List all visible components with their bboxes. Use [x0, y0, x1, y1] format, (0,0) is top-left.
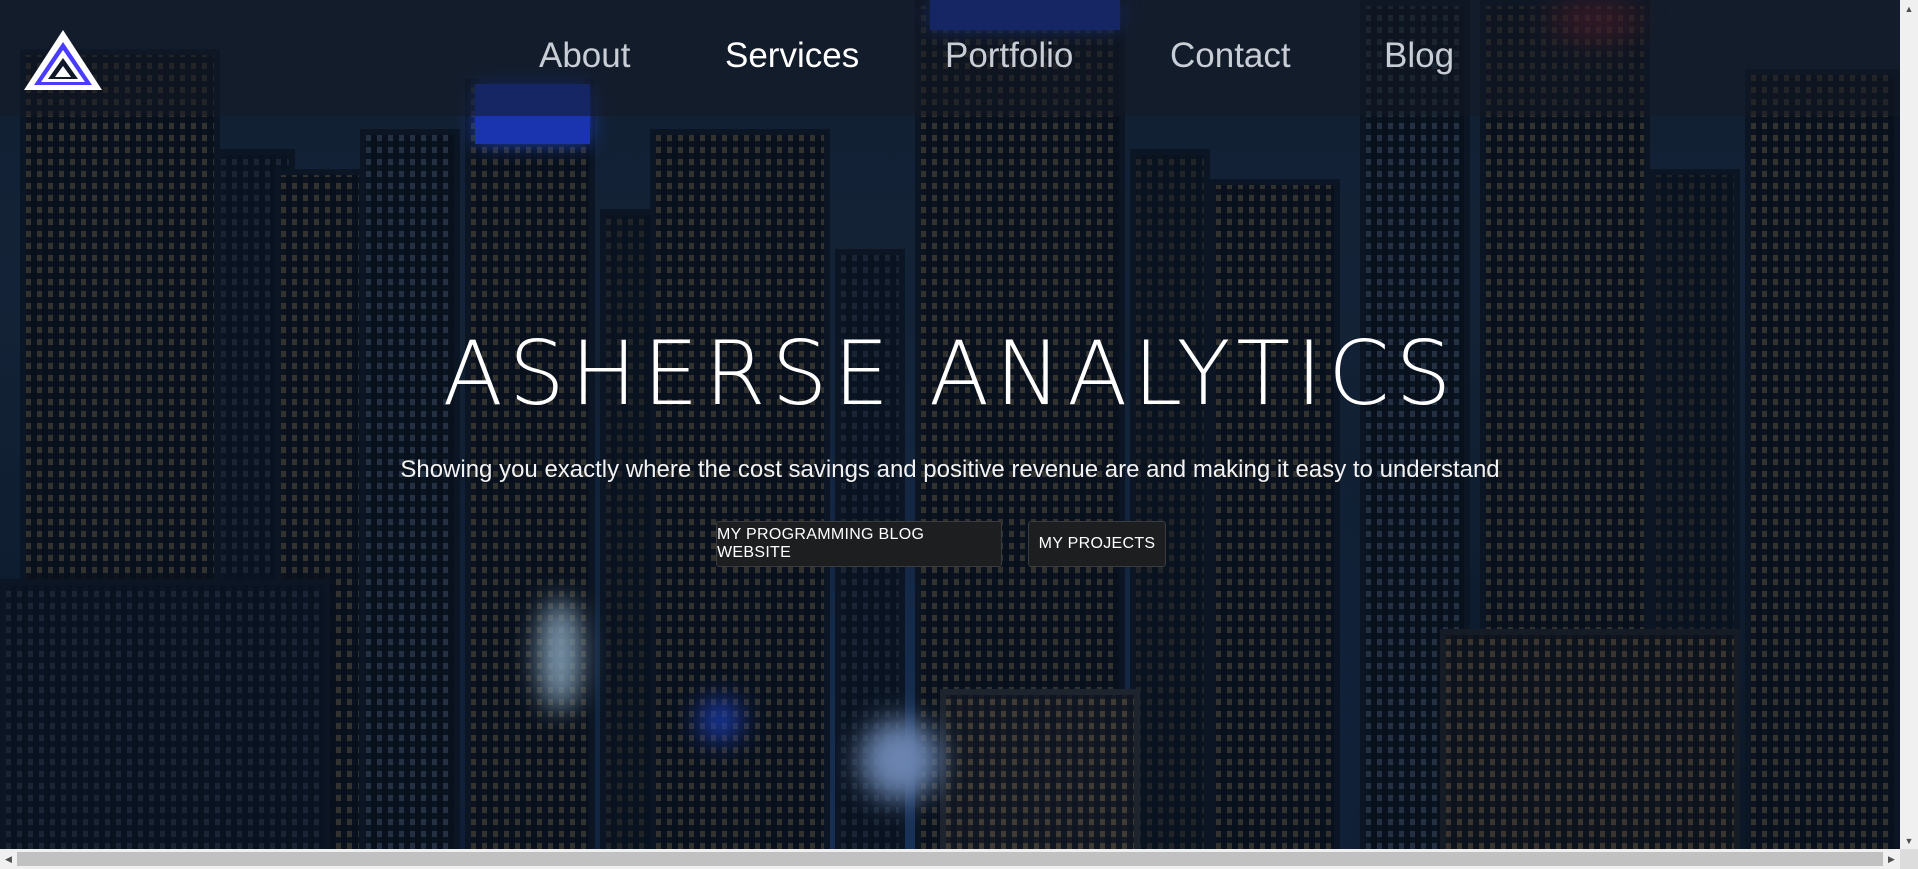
nav-portfolio[interactable]: Portfolio — [945, 36, 1073, 76]
horizontal-scroll-thumb[interactable] — [17, 852, 1883, 866]
vertical-scrollbar[interactable]: ▲ ▼ — [1900, 0, 1918, 849]
programming-blog-button[interactable]: MY PROGRAMMING BLOG WEBSITE — [716, 521, 1002, 567]
scroll-up-icon[interactable]: ▲ — [1900, 0, 1918, 17]
asherse-triangle-logo-icon[interactable] — [22, 28, 104, 92]
horizontal-scrollbar[interactable]: ◀ ▶ — [0, 849, 1900, 869]
nav-about[interactable]: About — [539, 36, 630, 76]
hero-subtitle: Showing you exactly where the cost savin… — [400, 456, 1500, 483]
nav-blog[interactable]: Blog — [1384, 36, 1454, 76]
scroll-left-icon[interactable]: ◀ — [0, 849, 17, 869]
scroll-right-icon[interactable]: ▶ — [1883, 849, 1900, 869]
projects-button[interactable]: MY PROJECTS — [1028, 521, 1166, 567]
scroll-down-icon[interactable]: ▼ — [1900, 832, 1918, 849]
nav-contact[interactable]: Contact — [1170, 36, 1291, 76]
page-viewport: About Services Portfolio Contact Blog AS… — [0, 0, 1900, 849]
top-navbar: About Services Portfolio Contact Blog — [0, 0, 1900, 116]
nav-services[interactable]: Services — [725, 36, 859, 76]
scrollbar-corner — [1900, 849, 1918, 869]
hero-title: ASHERSE ANALYTICS — [442, 322, 1458, 425]
